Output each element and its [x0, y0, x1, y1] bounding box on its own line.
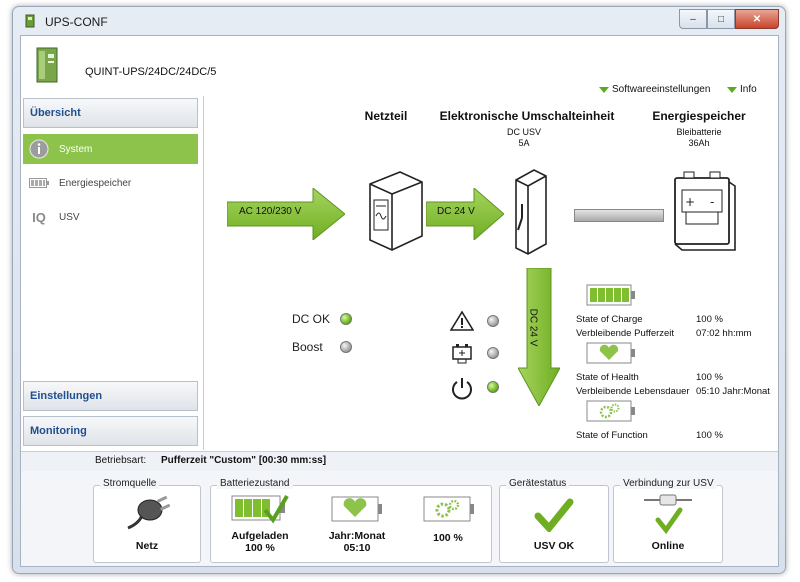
info-link[interactable]: Info [727, 84, 757, 95]
battery-icon [29, 173, 49, 193]
dc-down-arrow [518, 268, 560, 406]
dc-ok-led [340, 313, 352, 325]
state-of-health-label: State of Health [576, 372, 639, 383]
minimize-button[interactable]: – [679, 9, 707, 29]
sidebar-item-label: USV [59, 211, 80, 223]
battery-storage-icon: + - [674, 171, 736, 251]
info-label: Info [740, 84, 757, 95]
device-name: QUINT-UPS/24DC/24DC/5 [85, 66, 217, 78]
buffer-time-label: Verbleibende Pufferzeit [576, 328, 675, 339]
sidebar-item-usv[interactable]: IQ USV [23, 202, 198, 232]
power-source-group: Stromquelle Netz [93, 478, 201, 563]
connection-title: Verbindung zur USV [620, 478, 717, 489]
state-of-function-value: 100 % [696, 430, 723, 441]
battery-health-value: 05:10 [343, 542, 371, 554]
battery-charged-label: Aufgeladen [231, 530, 289, 542]
battery-charged-value: 100 % [245, 542, 275, 554]
umschalteinheit-subtitle: DC USV [506, 127, 541, 137]
battery-function-status-icon [423, 496, 474, 522]
header: QUINT-UPS/24DC/24DC/5 Softwareeinstellun… [21, 36, 778, 96]
state-of-function-label: State of Function [576, 430, 648, 441]
remaining-lifetime-value: 05:10 Jahr:Monat [696, 386, 770, 397]
battery-status-title: Batteriezustand [217, 478, 293, 489]
battery-status-group: Batteriezustand Aufgeladen 100 % Jahr:Mo… [210, 478, 492, 563]
battery-function-icon [586, 400, 635, 422]
app-window: UPS-CONF – □ ✕ QUINT-UPS/24DC/24DC/5 Sof… [12, 6, 786, 574]
window-controls: – □ ✕ [679, 9, 779, 29]
energiespeicher-title: Energiespeicher [652, 109, 746, 123]
svg-text:-: - [710, 195, 714, 209]
operating-mode-value: Pufferzeit "Custom" [00:30 mm:ss] [161, 455, 327, 466]
battery-function-value: 100 % [433, 532, 463, 544]
sidebar-section-monitoring[interactable]: Monitoring [23, 416, 198, 446]
bottom-status-panel: Stromquelle Netz Batteriezustand Aufgela… [21, 471, 778, 566]
boost-led [340, 341, 352, 353]
battery-charged-icon [231, 494, 289, 524]
umschalteinheit-title: Elektronische Umschalteinheit [439, 109, 615, 123]
energiespeicher-type: Bleibatterie [676, 127, 722, 137]
state-of-health-value: 100 % [696, 372, 723, 383]
app-icon [25, 14, 35, 28]
software-settings-label: Softwareeinstellungen [612, 84, 711, 95]
power-supply-icon [369, 171, 423, 251]
info-icon [29, 139, 49, 159]
energiespeicher-capacity: 36Ah [688, 138, 710, 148]
status-bar: Betriebsart: Pufferzeit "Custom" [00:30 … [21, 451, 778, 472]
state-of-charge-value: 100 % [696, 314, 723, 325]
device-image [36, 47, 58, 83]
battery-health-icon [586, 342, 635, 364]
sidebar-item-system[interactable]: System [23, 134, 198, 164]
sidebar-section-overview[interactable]: Übersicht [23, 98, 198, 128]
iq-icon: IQ [32, 209, 46, 225]
battery-alarm-led [487, 347, 499, 359]
warning-led [487, 315, 499, 327]
power-plug-icon [127, 495, 170, 530]
power-led [487, 381, 499, 393]
dc-arrow-label: DC 24 V [437, 206, 475, 217]
netzteil-title: Netzteil [364, 109, 408, 123]
connection-value: Online [651, 540, 685, 552]
power-source-title: Stromquelle [100, 478, 160, 489]
close-button[interactable]: ✕ [735, 9, 779, 29]
connection-icon [644, 494, 692, 535]
sidebar-item-label: System [59, 143, 93, 155]
dc-ok-label: DC OK [292, 312, 331, 326]
maximize-button[interactable]: □ [707, 9, 735, 29]
battery-charge-icon [586, 284, 635, 306]
sidebar-item-energiespeicher[interactable]: Energiespeicher [23, 168, 198, 198]
power-icon [452, 378, 472, 400]
operating-mode-label: Betriebsart: [95, 455, 147, 466]
client-area: QUINT-UPS/24DC/24DC/5 Softwareeinstellun… [20, 35, 779, 567]
window-title: UPS-CONF [45, 15, 108, 29]
boost-label: Boost [292, 340, 323, 354]
title-bar: UPS-CONF – □ ✕ [13, 7, 785, 35]
battery-connection-bar [574, 209, 664, 222]
check-icon [534, 498, 574, 532]
sidebar-section-settings[interactable]: Einstellungen [23, 381, 198, 411]
sidebar-item-label: Energiespeicher [59, 177, 132, 189]
warning-icon [450, 310, 474, 331]
buffer-time-value: 07:02 hh:mm [696, 328, 752, 339]
sidebar: Übersicht System Energiespeicher IQ USV … [21, 96, 204, 450]
remaining-lifetime-label: Verbleibende Lebensdauer [576, 386, 690, 397]
power-source-value: Netz [135, 540, 159, 552]
battery-health-status-icon [331, 496, 382, 522]
device-status-group: Gerätestatus USV OK [499, 478, 609, 563]
ac-arrow-label: AC 120/230 V [239, 206, 302, 217]
software-settings-link[interactable]: Softwareeinstellungen [599, 84, 710, 95]
chevron-down-icon [727, 86, 737, 93]
svg-text:+: + [685, 195, 695, 209]
battery-alarm-icon [452, 344, 472, 364]
umschalteinheit-current: 5A [518, 138, 530, 148]
chevron-down-icon [599, 86, 609, 93]
dc-down-arrow-label: DC 24 V [527, 308, 539, 347]
battery-health-label: Jahr:Monat [328, 530, 386, 542]
ups-switch-icon [515, 169, 547, 255]
state-of-charge-label: State of Charge [576, 314, 643, 325]
system-overview-panel: Netzteil Elektronische Umschalteinheit D… [204, 96, 778, 450]
device-status-title: Gerätestatus [506, 478, 570, 489]
connection-group: Verbindung zur USV Online [613, 478, 723, 563]
device-status-value: USV OK [533, 540, 575, 552]
